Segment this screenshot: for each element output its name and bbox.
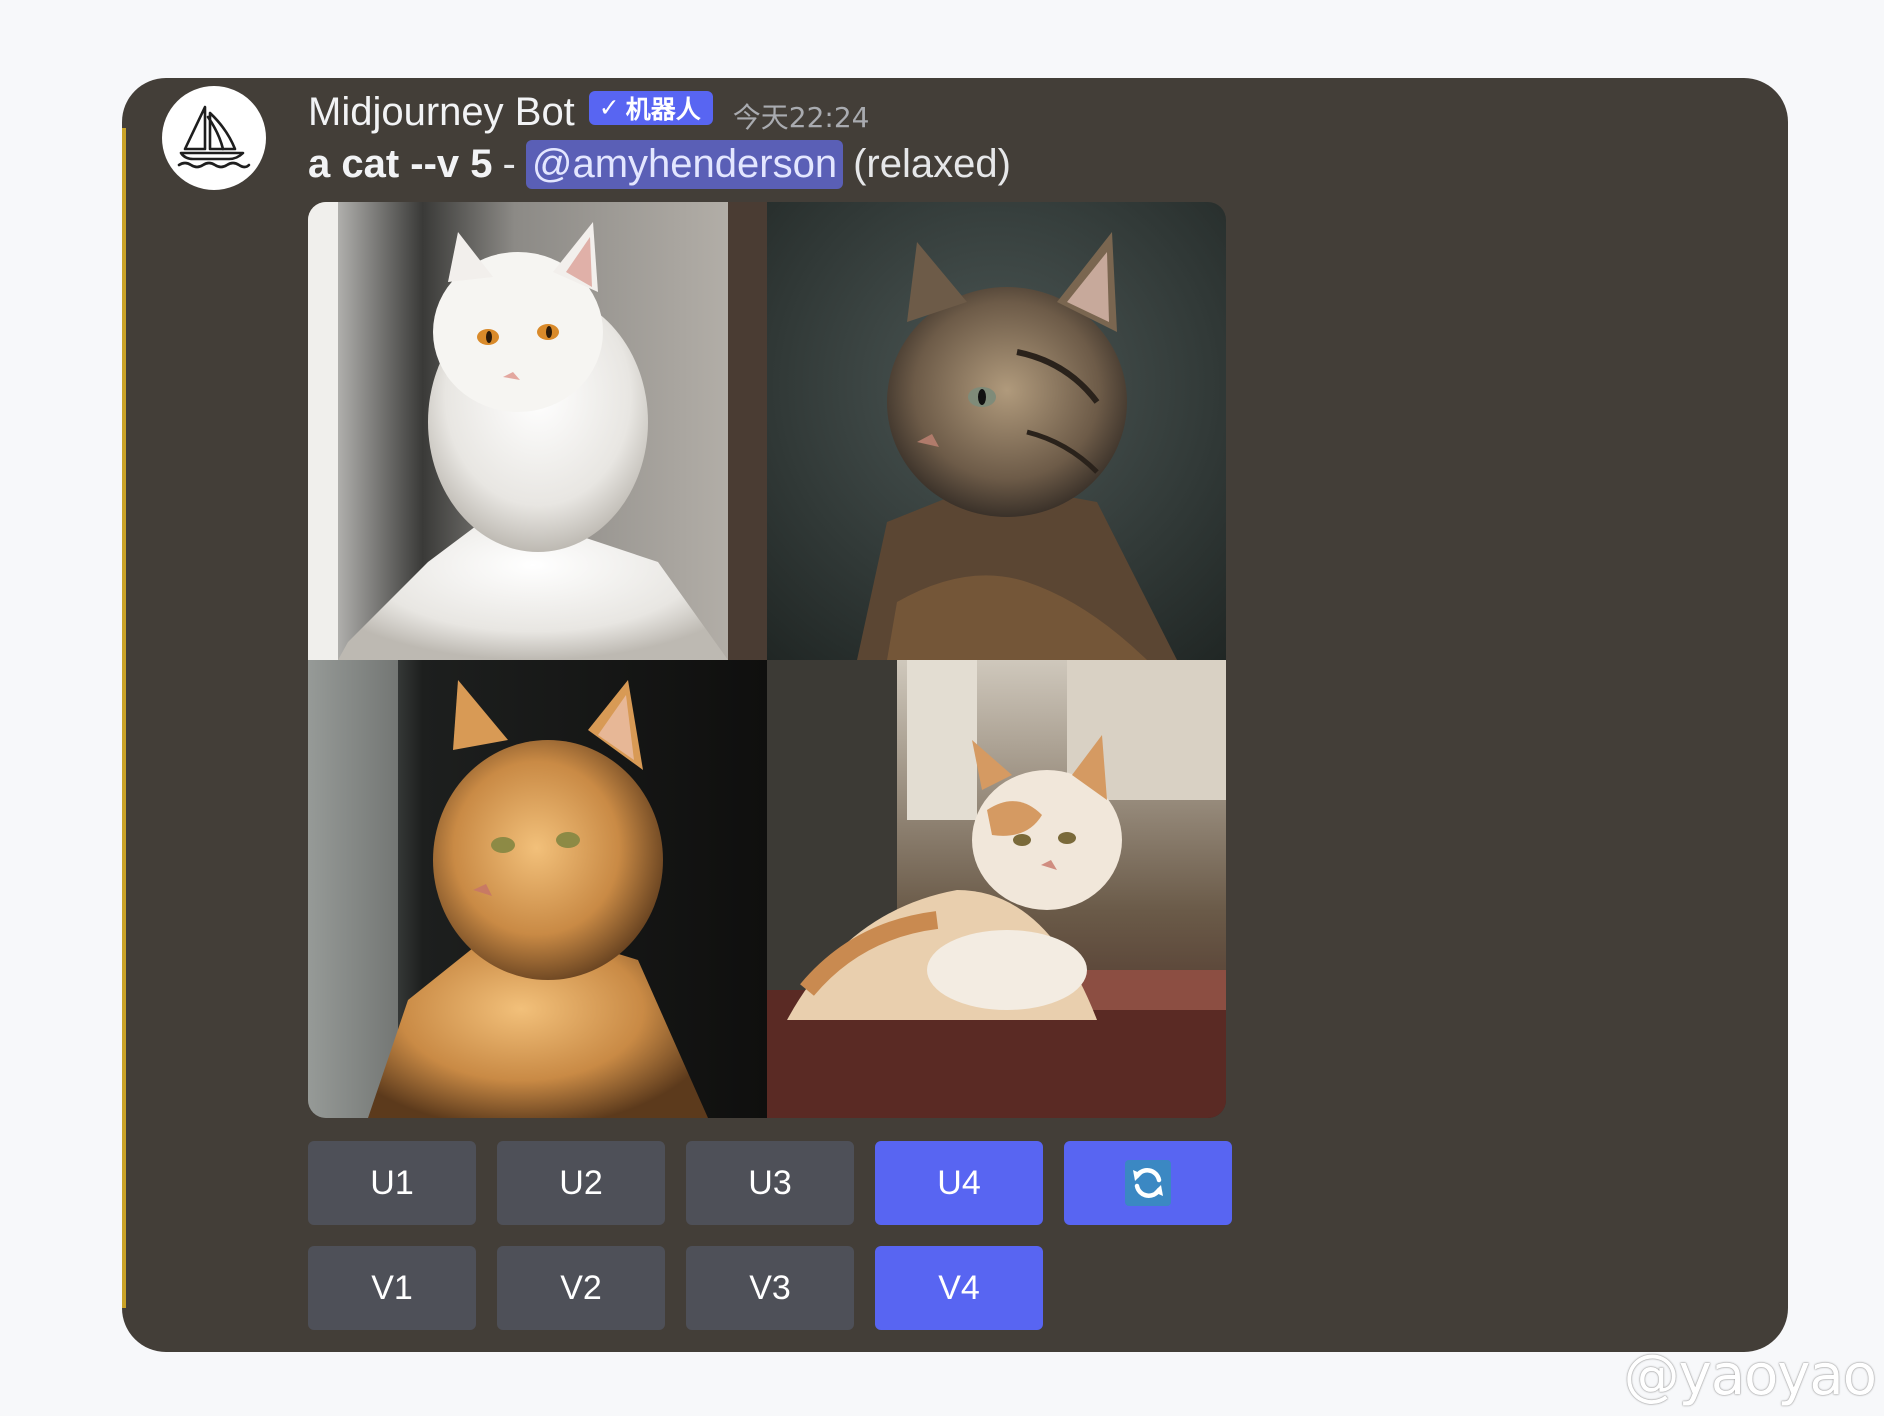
bot-tag-badge: ✓ 机器人 — [588, 91, 713, 125]
upscale-button-row: U1 U2 U3 U4 — [308, 1141, 1232, 1225]
message-header: Midjourney Bot ✓ 机器人 今天22:24 — [308, 88, 869, 136]
generation-mode: (relaxed) — [853, 142, 1011, 186]
discord-message-card: Midjourney Bot ✓ 机器人 今天22:24 a cat --v 5… — [122, 78, 1788, 1352]
variation-button-4[interactable]: V4 — [875, 1246, 1043, 1330]
author-watermark: @yaoyao — [1623, 1343, 1877, 1408]
variation-button-1[interactable]: V1 — [308, 1246, 476, 1330]
variation-button-row: V1 V2 V3 V4 — [308, 1246, 1043, 1330]
prompt-text: a cat --v 5 — [308, 142, 493, 186]
orange-white-cat-image[interactable] — [767, 660, 1226, 1118]
orange-cat-image[interactable] — [308, 660, 767, 1118]
bot-tag-label: 机器人 — [625, 94, 701, 124]
bot-avatar[interactable] — [162, 86, 266, 190]
verified-check-icon: ✓ — [598, 93, 620, 122]
upscale-button-1[interactable]: U1 — [308, 1141, 476, 1225]
mention-highlight-bar — [122, 128, 126, 1308]
white-cat-image[interactable] — [308, 202, 767, 660]
message-timestamp: 今天22:24 — [732, 101, 870, 134]
bot-username[interactable]: Midjourney Bot — [308, 90, 575, 135]
upscale-button-2[interactable]: U2 — [497, 1141, 665, 1225]
screenshot-frame: Midjourney Bot ✓ 机器人 今天22:24 a cat --v 5… — [0, 0, 1884, 1416]
upscale-button-4[interactable]: U4 — [875, 1141, 1043, 1225]
reroll-button[interactable] — [1064, 1141, 1232, 1225]
refresh-icon — [1125, 1160, 1171, 1206]
variation-button-3[interactable]: V3 — [686, 1246, 854, 1330]
tabby-cat-image[interactable] — [767, 202, 1226, 660]
message-content: a cat --v 5 - @amyhenderson (relaxed) — [308, 140, 1011, 189]
variation-button-2[interactable]: V2 — [497, 1246, 665, 1330]
separator-text: - — [502, 142, 516, 186]
upscale-button-3[interactable]: U3 — [686, 1141, 854, 1225]
image-grid[interactable] — [308, 202, 1226, 1118]
sailboat-logo-icon — [177, 105, 251, 169]
user-mention[interactable]: @amyhenderson — [525, 140, 844, 189]
